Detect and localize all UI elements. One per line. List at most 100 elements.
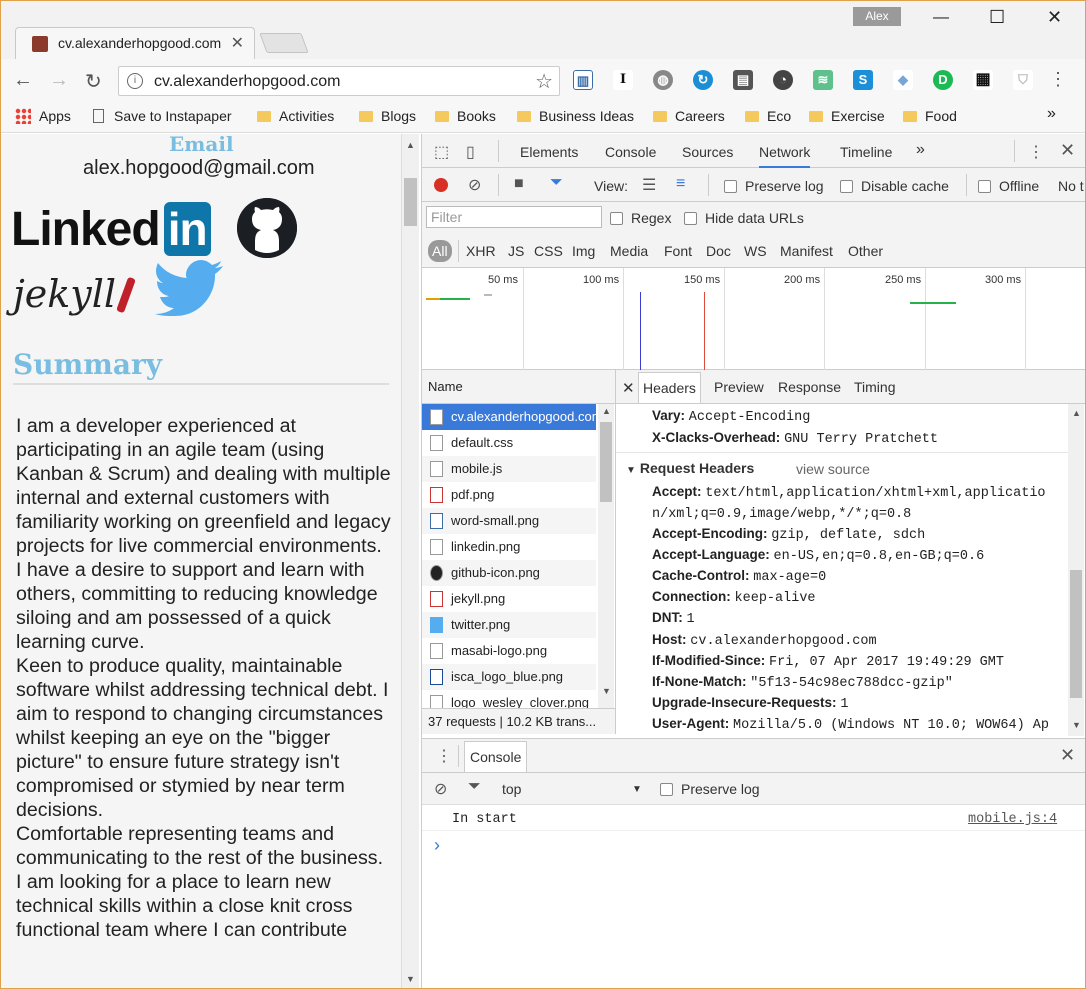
type-xhr[interactable]: XHR [466,243,496,259]
type-all[interactable]: All [428,240,452,262]
disable-cache-checkbox[interactable]: Disable cache [840,178,949,194]
close-window-icon[interactable]: ✕ [1047,7,1062,28]
bookmark-instapaper[interactable]: Save to Instapaper [93,108,232,124]
hide-data-urls-checkbox[interactable]: Hide data URLs [684,210,804,226]
view-source-link[interactable]: view source [796,461,870,477]
request-row[interactable]: default.css [422,430,596,456]
scrollbar-thumb[interactable] [404,178,417,226]
log-source-link[interactable]: mobile.js:4 [968,812,1057,827]
devtools-menu-icon[interactable]: ⋮ [1028,142,1044,162]
info-icon[interactable]: i [127,73,143,89]
request-headers-title[interactable]: ▼ Request Headers [626,460,754,476]
record-icon[interactable] [434,178,448,192]
more-tabs-button[interactable]: » [916,141,925,159]
user-badge[interactable]: Alex [853,7,901,26]
request-row[interactable]: cv.alexanderhopgood.com [422,404,596,430]
network-overview-timeline[interactable]: 50 ms 100 ms 150 ms 200 ms 250 ms 300 ms [422,268,1085,370]
drawer-menu-icon[interactable]: ⋮ [436,746,452,766]
bookmark-books[interactable]: Books [435,108,496,124]
type-other[interactable]: Other [848,243,883,259]
close-detail-icon[interactable]: ✕ [622,379,635,397]
throttling-select[interactable]: No t [1058,178,1084,194]
reload-icon[interactable]: ↻ [85,69,102,94]
type-media[interactable]: Media [610,243,648,259]
dropbox-ext-icon[interactable]: ◆ [893,70,913,90]
history-ext-icon[interactable]: ◔ [773,70,793,90]
browser-tab[interactable]: cv.alexanderhopgood.com ✕ [15,27,255,59]
bookmark-star-icon[interactable]: ☆ [535,69,553,94]
tab-response[interactable]: Response [778,379,841,395]
page-scrollbar[interactable]: ▲ ▼ [401,134,419,988]
scroll-up-arrow-icon[interactable]: ▲ [406,140,415,150]
new-tab-button[interactable] [259,33,309,53]
tab-headers[interactable]: Headers [638,372,701,403]
twitter-icon[interactable] [155,260,225,316]
headers-scrollbar[interactable]: ▲ ▼ [1068,404,1084,736]
waterfall-view-icon[interactable]: ≡ [676,175,685,193]
inspect-element-icon[interactable]: ⬚ [434,142,449,162]
request-list-scrollbar[interactable]: ▲ ▼ [598,404,614,716]
capture-screenshots-icon[interactable]: ■ [514,175,524,193]
clear-console-icon[interactable]: ⊘ [434,779,447,799]
request-row[interactable]: linkedin.png [422,534,596,560]
print-ext-icon[interactable]: ▤ [733,70,753,90]
type-manifest[interactable]: Manifest [780,243,833,259]
type-doc[interactable]: Doc [706,243,731,259]
globe-ext-icon[interactable]: ◍ [653,70,673,90]
tab-sources[interactable]: Sources [682,144,733,160]
filter-input[interactable]: Filter [426,206,602,228]
minimize-icon[interactable]: — [933,9,949,27]
device-toolbar-icon[interactable]: ▯ [466,142,475,162]
offline-checkbox[interactable]: Offline [978,178,1039,194]
forward-arrow-icon[interactable]: → [49,69,69,92]
console-filter-icon[interactable]: ⏷ [468,778,481,796]
instapaper-ext-icon[interactable]: I [613,70,633,90]
preserve-log-checkbox[interactable]: Preserve log [724,178,824,194]
request-row[interactable]: github-icon.png [422,560,596,586]
address-bar[interactable]: i cv.alexanderhopgood.com ☆ [118,66,560,96]
bookmark-careers[interactable]: Careers [653,108,725,124]
d-ext-icon[interactable]: D [933,70,953,90]
request-row[interactable]: twitter.png [422,612,596,638]
regex-checkbox[interactable]: Regex [610,210,671,226]
tab-preview[interactable]: Preview [714,379,764,395]
scroll-up-arrow-icon[interactable]: ▲ [1072,408,1081,418]
close-devtools-icon[interactable]: ✕ [1060,140,1075,161]
tab-timeline[interactable]: Timeline [840,144,892,160]
request-row[interactable]: mobile.js [422,456,596,482]
type-font[interactable]: Font [664,243,692,259]
menu-kebab-icon[interactable]: ⋮ [1049,69,1067,90]
console-preserve-log-checkbox[interactable]: Preserve log [660,781,760,797]
back-arrow-icon[interactable]: ← [13,69,33,92]
type-css[interactable]: CSS [534,243,563,259]
url-text[interactable]: cv.alexanderhopgood.com [154,73,341,91]
bookmark-apps[interactable]: Apps [15,108,71,124]
jekyll-logo-link[interactable]: jekyll [13,272,136,316]
github-icon[interactable] [237,198,297,258]
name-column-header[interactable]: Name [428,379,463,394]
scroll-down-arrow-icon[interactable]: ▼ [602,686,611,696]
bookmark-eco[interactable]: Eco [745,108,791,124]
request-row[interactable]: pdf.png [422,482,596,508]
scrollbar-thumb[interactable] [600,422,612,502]
grid-ext-icon[interactable]: ▦ [973,70,993,90]
sync-ext-icon[interactable]: ↻ [693,70,713,90]
tab-elements[interactable]: Elements [520,144,578,160]
tab-network[interactable]: Network [759,144,811,168]
s-ext-icon[interactable]: S [853,70,873,90]
filter-funnel-icon[interactable]: ⏷ [550,174,563,192]
bookmark-exercise[interactable]: Exercise [809,108,885,124]
bookmark-activities[interactable]: Activities [257,108,334,124]
scroll-up-arrow-icon[interactable]: ▲ [602,406,611,416]
tab-console[interactable]: Console [605,144,656,160]
request-row[interactable]: jekyll.png [422,586,596,612]
tab-timing[interactable]: Timing [854,379,896,395]
scroll-down-arrow-icon[interactable]: ▼ [406,974,415,984]
scrollbar-thumb[interactable] [1070,570,1082,698]
linkedin-logo-link[interactable]: Linked in [11,202,211,257]
type-js[interactable]: JS [508,243,524,259]
bookmarks-overflow-button[interactable]: » [1047,105,1056,123]
email-address[interactable]: alex.hopgood@gmail.com [83,157,315,180]
maximize-icon[interactable]: ☐ [989,7,1005,28]
request-row[interactable]: word-small.png [422,508,596,534]
